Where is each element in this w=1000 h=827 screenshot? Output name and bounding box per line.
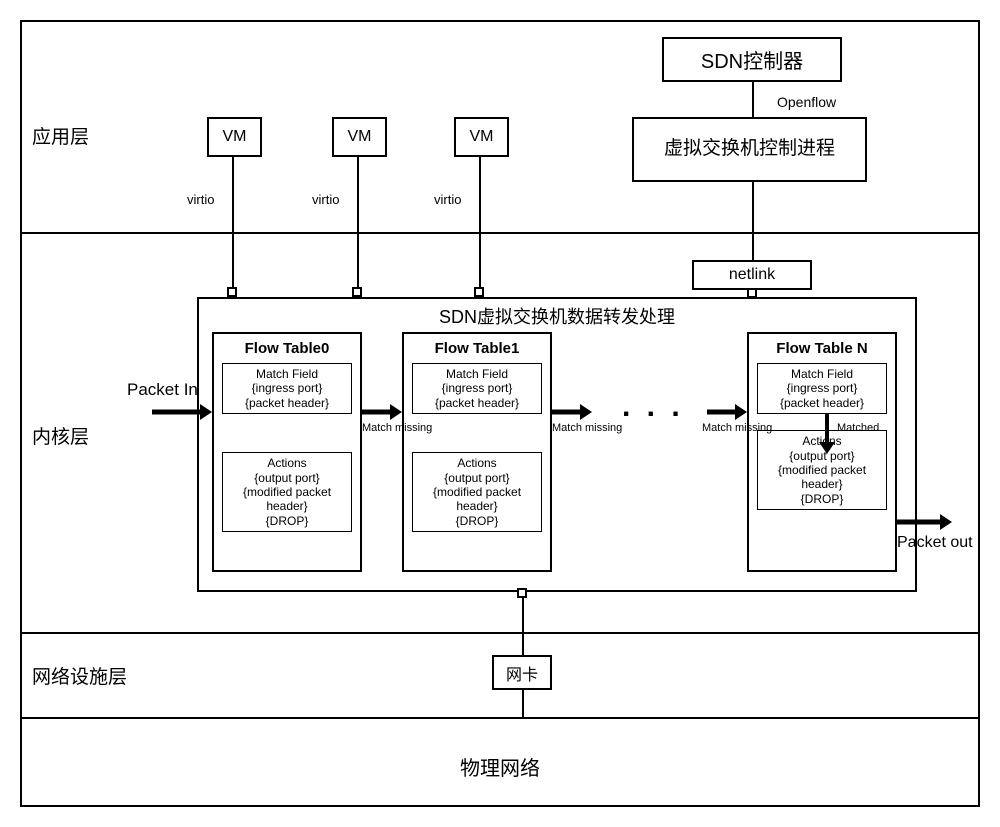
- match-field-h-1: Match Field: [415, 367, 539, 381]
- arrow-dots-ftn: [707, 402, 747, 422]
- label-match-missing-3: Match missing: [702, 422, 772, 434]
- flow-table-1-actions: Actions {output port} {modified packet h…: [412, 452, 542, 532]
- arrow-ft1-dots: [552, 402, 592, 422]
- label-matched: Matched: [837, 422, 879, 434]
- actions-l2-n: {modified packet header}: [760, 463, 884, 492]
- box-vm-2: VM: [332, 117, 387, 157]
- sdn-vswitch-title: SDN虚拟交换机数据转发处理: [199, 299, 915, 329]
- match-field-l2-1: {packet header}: [415, 396, 539, 410]
- box-sdn-controller: SDN控制器: [662, 37, 842, 82]
- actions-l2-1: {modified packet header}: [415, 485, 539, 514]
- label-virtio-3: virtio: [434, 192, 461, 207]
- port-virtio-1: [227, 287, 237, 297]
- match-missing-2-text: Match missing: [552, 422, 622, 434]
- line-process-to-netlink: [752, 182, 754, 260]
- line-virtio-3: [479, 157, 481, 287]
- match-field-l1-0: {ingress port}: [225, 381, 349, 395]
- label-virtio-2: virtio: [312, 192, 339, 207]
- box-vm-1: VM: [207, 117, 262, 157]
- arrow-packet-in: [152, 402, 212, 422]
- flow-table-0: Flow Table0 Match Field {ingress port} {…: [212, 332, 362, 572]
- flow-table-1-title: Flow Table1: [404, 334, 550, 359]
- actions-l3-0: {DROP}: [225, 514, 349, 528]
- label-packet-out: Packet out: [897, 534, 973, 552]
- match-field-h-n: Match Field: [760, 367, 884, 381]
- port-virtio-3: [474, 287, 484, 297]
- actions-h-0: Actions: [225, 456, 349, 470]
- line-virtio-2: [357, 157, 359, 287]
- label-match-missing-2: Match missing: [552, 422, 622, 434]
- label-kernel-layer: 内核层: [32, 422, 89, 449]
- label-app-layer: 应用层: [32, 122, 89, 149]
- line-virtio-1: [232, 157, 234, 287]
- separator-2: [22, 632, 978, 634]
- dots-ellipsis: . . .: [622, 390, 684, 424]
- match-field-l2-n: {packet header}: [760, 396, 884, 410]
- box-nic: 网卡: [492, 655, 552, 690]
- label-openflow: Openflow: [777, 94, 836, 110]
- line-controller-to-process: [752, 82, 754, 117]
- port-switch-bottom: [517, 588, 527, 598]
- flow-table-1: Flow Table1 Match Field {ingress port} {…: [402, 332, 552, 572]
- flow-table-0-title: Flow Table0: [214, 334, 360, 359]
- label-virtio-1: virtio: [187, 192, 214, 207]
- match-field-l2-0: {packet header}: [225, 396, 349, 410]
- box-vm-3: VM: [454, 117, 509, 157]
- label-match-missing-1: Match missing: [362, 422, 432, 434]
- actions-l1-0: {output port}: [225, 471, 349, 485]
- box-netlink: netlink: [692, 260, 812, 290]
- label-network-facility-layer: 网络设施层: [32, 662, 127, 689]
- match-field-h-0: Match Field: [225, 367, 349, 381]
- port-virtio-2: [352, 287, 362, 297]
- line-nic-to-physical: [522, 690, 524, 717]
- match-missing-3-text: Match missing: [702, 422, 772, 434]
- label-packet-in: Packet In: [127, 380, 198, 400]
- flow-table-n-title: Flow Table N: [749, 334, 895, 359]
- vswitch-control-process-text: 虚拟交换机控制进程: [664, 137, 835, 162]
- match-field-l1-n: {ingress port}: [760, 381, 884, 395]
- flow-table-0-actions: Actions {output port} {modified packet h…: [222, 452, 352, 532]
- arrow-packet-out: [897, 512, 952, 532]
- actions-l3-1: {DROP}: [415, 514, 539, 528]
- arrow-matched: [817, 414, 837, 454]
- actions-h-1: Actions: [415, 456, 539, 470]
- arrow-ft0-ft1: [362, 402, 402, 422]
- actions-l1-1: {output port}: [415, 471, 539, 485]
- actions-l3-n: {DROP}: [760, 492, 884, 506]
- separator-3: [22, 717, 978, 719]
- actions-l2-0: {modified packet header}: [225, 485, 349, 514]
- flow-table-n-match: Match Field {ingress port} {packet heade…: [757, 363, 887, 414]
- separator-1: [22, 232, 978, 234]
- line-switch-to-nic: [522, 598, 524, 658]
- label-physical-network: 物理网络: [22, 752, 978, 781]
- box-vswitch-control-process: 虚拟交换机控制进程: [632, 117, 867, 182]
- flow-table-0-match: Match Field {ingress port} {packet heade…: [222, 363, 352, 414]
- flow-table-1-match: Match Field {ingress port} {packet heade…: [412, 363, 542, 414]
- match-field-l1-1: {ingress port}: [415, 381, 539, 395]
- sdn-architecture-diagram: 应用层 内核层 网络设施层 物理网络 SDN控制器 Openflow 虚拟交换机…: [20, 20, 980, 807]
- match-missing-1-text: Match missing: [362, 422, 432, 434]
